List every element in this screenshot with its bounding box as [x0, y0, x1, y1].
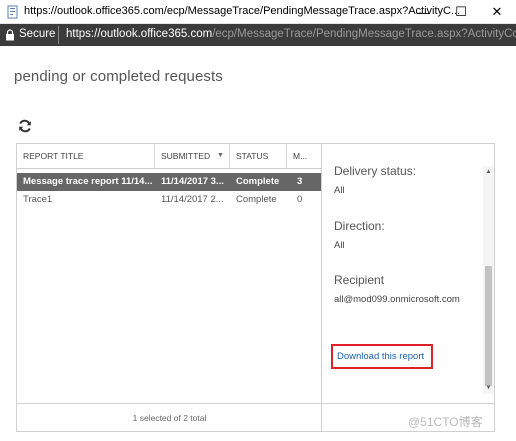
- recipient-value: all@mod099.onmicrosoft.com: [334, 294, 460, 305]
- url-path: /ecp/MessageTrace/PendingMessageTrace.as…: [212, 28, 516, 40]
- cell-report-title: Message trace report 11/14...: [23, 176, 153, 187]
- url-text[interactable]: https://outlook.office365.com/ecp/Messag…: [66, 28, 516, 40]
- document-page-icon: [7, 5, 18, 19]
- table-row[interactable]: Trace1 11/14/2017 2... Complete 0: [17, 191, 321, 209]
- window-title-bar: https://outlook.office365.com/ecp/Messag…: [0, 0, 516, 24]
- cell-status: Complete: [236, 176, 280, 187]
- cell-message-count: 3: [297, 176, 303, 187]
- maximize-button[interactable]: ☐: [442, 0, 480, 24]
- header-divider: [17, 168, 322, 169]
- selection-count: 1 selected of 2 total: [17, 403, 322, 431]
- minimize-button[interactable]: —: [404, 0, 442, 24]
- address-separator: [58, 26, 59, 44]
- details-scrollbar[interactable]: ▲ ▼: [483, 166, 494, 394]
- close-button[interactable]: ✕: [478, 0, 516, 24]
- scroll-down-arrow-icon[interactable]: ▼: [483, 382, 494, 394]
- sort-descending-icon: ▼: [217, 152, 224, 159]
- column-header-report-title[interactable]: REPORT TITLE: [17, 144, 155, 168]
- secure-label: Secure: [19, 28, 56, 40]
- column-header-submitted[interactable]: SUBMITTED ▼: [155, 144, 230, 168]
- column-header-status[interactable]: STATUS: [230, 144, 287, 168]
- cell-status: Complete: [236, 194, 277, 205]
- window-title: https://outlook.office365.com/ecp/Messag…: [24, 5, 461, 17]
- refresh-icon[interactable]: [17, 118, 33, 134]
- lock-icon: [6, 29, 14, 41]
- scrollbar-thumb[interactable]: [485, 266, 492, 386]
- cell-report-title: Trace1: [23, 194, 53, 205]
- column-header-submitted-label: SUBMITTED: [161, 151, 211, 161]
- cell-message-count: 0: [297, 194, 303, 205]
- delivery-status-label: Delivery status:: [334, 164, 417, 178]
- watermark: @51CTO博客: [408, 415, 483, 429]
- report-list: REPORT TITLE SUBMITTED ▼ STATUS M... Mes…: [17, 144, 322, 431]
- page-title: pending or completed requests: [14, 68, 223, 85]
- cell-submitted: 11/14/2017 3...: [161, 176, 224, 187]
- report-details-pane: Delivery status: All Direction: All Reci…: [322, 144, 494, 403]
- url-host: https://outlook.office365.com: [66, 28, 213, 40]
- delivery-status-value: All: [334, 185, 345, 196]
- scroll-up-arrow-icon[interactable]: ▲: [483, 166, 494, 178]
- download-report-link[interactable]: Download this report: [331, 344, 433, 369]
- address-bar[interactable]: Secure https://outlook.office365.com/ecp…: [0, 24, 516, 46]
- table-row[interactable]: Message trace report 11/14... 11/14/2017…: [17, 173, 321, 191]
- column-header-messages[interactable]: M...: [287, 144, 322, 168]
- recipient-label: Recipient: [334, 273, 385, 287]
- direction-label: Direction:: [334, 219, 385, 233]
- message-trace-panel: REPORT TITLE SUBMITTED ▼ STATUS M... Mes…: [16, 143, 495, 432]
- cell-submitted: 11/14/2017 2...: [161, 194, 224, 205]
- direction-value: All: [334, 240, 345, 251]
